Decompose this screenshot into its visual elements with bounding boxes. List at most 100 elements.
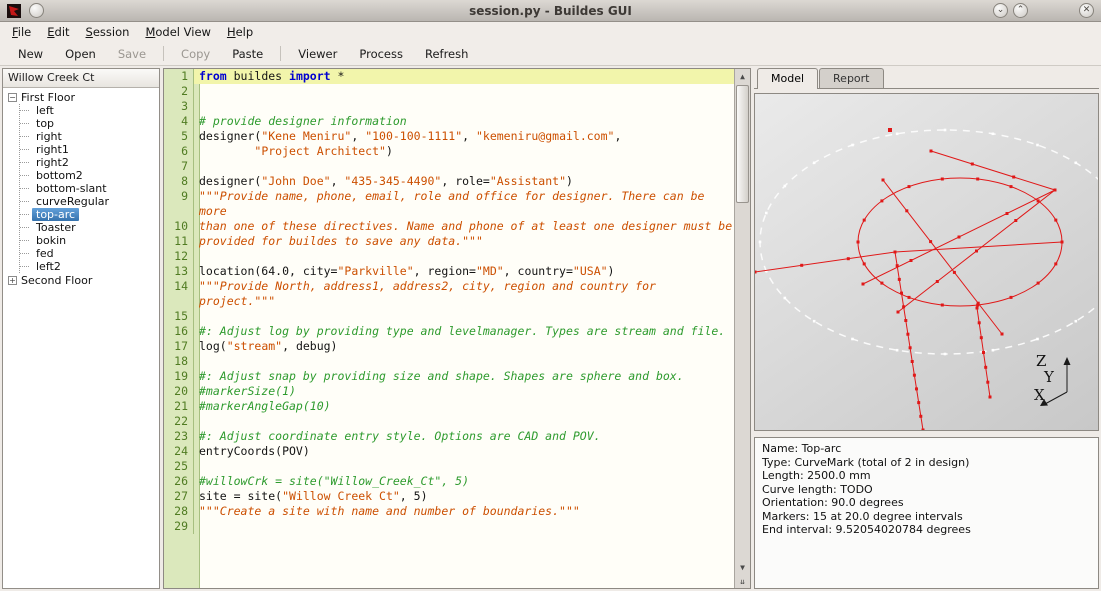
code-text[interactable] <box>194 249 734 264</box>
menu-help[interactable]: Help <box>219 23 261 41</box>
tree-item-left[interactable]: left <box>20 104 159 117</box>
scrollbar-jump-bottom-button[interactable]: ⇊ <box>735 574 750 588</box>
code-text[interactable] <box>194 99 734 114</box>
menu-file[interactable]: File <box>4 23 39 41</box>
right-panel: Model Report Z Y X Name: Top-arc Type: C… <box>754 68 1099 589</box>
scrollbar-up-button[interactable]: ▲ <box>735 69 750 83</box>
code-line: 20 #markerSize(1) <box>164 384 734 399</box>
toolbar-refresh-button[interactable]: Refresh <box>415 44 478 64</box>
code-line: 19 #: Adjust snap by providing size and s… <box>164 369 734 384</box>
code-line: 10 than one of these directives. Name and… <box>164 219 734 234</box>
pin-button[interactable] <box>29 3 44 18</box>
toolbar: New Open Save Copy Paste Viewer Process Refresh <box>0 42 1101 66</box>
line-number: 23 <box>164 429 194 444</box>
code-text[interactable] <box>194 309 734 324</box>
tree-section-label: First Floor <box>21 91 76 104</box>
tree-section-label: Second Floor <box>21 274 93 287</box>
code-text[interactable]: "Project Architect") <box>194 144 734 159</box>
tree-item-toaster[interactable]: Toaster <box>20 221 159 234</box>
code-text[interactable]: than one of these directives. Name and p… <box>194 219 734 234</box>
toolbar-paste-button[interactable]: Paste <box>222 44 273 64</box>
toolbar-new-button[interactable]: New <box>8 44 53 64</box>
editor-scrollbar[interactable]: ▲ ▼ ⇊ <box>734 69 750 588</box>
tree-item-fed[interactable]: fed <box>20 247 159 260</box>
titlebar[interactable]: session.py - Buildes GUI ⌄ ⌃ ✕ <box>0 0 1101 22</box>
code-text[interactable]: designer("Kene Meniru", "100-100-1111", … <box>194 129 734 144</box>
code-lines[interactable]: 1 from buildes import * 2 3 4 # provide desig… <box>164 69 734 588</box>
menu-session[interactable]: Session <box>78 23 138 41</box>
code-text[interactable] <box>194 84 734 99</box>
tree-section-second-floor[interactable]: + Second Floor <box>8 274 159 287</box>
code-text[interactable]: #markerSize(1) <box>194 384 734 399</box>
line-number: 18 <box>164 354 194 369</box>
tree-item-bottom-slant[interactable]: bottom-slant <box>20 182 159 195</box>
minimize-button[interactable]: ⌄ <box>993 3 1008 18</box>
maximize-button[interactable]: ⌃ <box>1013 3 1028 18</box>
tab-model[interactable]: Model <box>757 68 819 89</box>
line-number: 1 <box>164 69 194 84</box>
tree-item-right2[interactable]: right2 <box>20 156 159 169</box>
line-number: 5 <box>164 129 194 144</box>
code-text[interactable]: # provide designer information <box>194 114 734 129</box>
collapse-icon[interactable]: − <box>8 93 17 102</box>
code-editor[interactable]: 1 from buildes import * 2 3 4 # provide desig… <box>163 68 751 589</box>
code-text[interactable]: provided for buildes to save any data.""… <box>194 234 734 249</box>
line-number: 9 <box>164 189 194 219</box>
code-text[interactable]: designer("John Doe", "435-345-4490", rol… <box>194 174 734 189</box>
tree-item-label: bottom2 <box>36 169 83 182</box>
tree-item-right1[interactable]: right1 <box>20 143 159 156</box>
code-text[interactable]: """Provide name, phone, email, role and … <box>194 189 734 219</box>
code-text[interactable]: site = site("Willow Creek Ct", 5) <box>194 489 734 504</box>
tree-item-label: Toaster <box>36 221 76 234</box>
code-text[interactable]: #willowCrk = site("Willow_Creek_Ct", 5) <box>194 474 734 489</box>
close-button[interactable]: ✕ <box>1079 3 1094 18</box>
code-text[interactable] <box>194 159 734 174</box>
tree-section-first-floor[interactable]: − First Floor <box>8 91 159 104</box>
code-text[interactable] <box>194 459 734 474</box>
code-text[interactable]: #: Adjust coordinate entry style. Option… <box>194 429 734 444</box>
code-text[interactable]: """Provide North, address1, address2, ci… <box>194 279 734 309</box>
menu-edit[interactable]: Edit <box>39 23 77 41</box>
expand-icon[interactable]: + <box>8 276 17 285</box>
code-text[interactable]: from buildes import * <box>194 69 734 84</box>
window: session.py - Buildes GUI ⌄ ⌃ ✕ File Edit S… <box>0 0 1101 591</box>
scrollbar-down-button[interactable]: ▼ <box>735 560 750 574</box>
tree-item-bokin[interactable]: bokin <box>20 234 159 247</box>
toolbar-process-button[interactable]: Process <box>349 44 413 64</box>
code-text[interactable]: """Create a site with name and number of… <box>194 504 734 519</box>
tree-item-left2[interactable]: left2 <box>20 260 159 273</box>
code-line: 26 #willowCrk = site("Willow_Creek_Ct", 5… <box>164 474 734 489</box>
code-text[interactable] <box>194 414 734 429</box>
tree-item-right[interactable]: right <box>20 130 159 143</box>
info-line: Curve length: TODO <box>762 482 873 496</box>
code-text[interactable] <box>194 354 734 369</box>
menu-model-view[interactable]: Model View <box>137 23 219 41</box>
code-text[interactable]: #markerAngleGap(10) <box>194 399 734 414</box>
code-line: 9 """Provide name, phone, email, role and… <box>164 189 734 219</box>
code-text[interactable]: #: Adjust log by providing type and leve… <box>194 324 734 339</box>
code-text[interactable]: #: Adjust snap by providing size and sha… <box>194 369 734 384</box>
tree-item-bottom2[interactable]: bottom2 <box>20 169 159 182</box>
code-line: 7 <box>164 159 734 174</box>
tree-item-top-arc[interactable]: top-arc <box>20 208 159 221</box>
line-number: 19 <box>164 369 194 384</box>
line-number: 12 <box>164 249 194 264</box>
code-text[interactable] <box>194 519 734 534</box>
tree-header[interactable]: Willow Creek Ct <box>3 69 159 88</box>
toolbar-copy-button[interactable]: Copy <box>171 44 220 64</box>
tree-item-label: left2 <box>36 260 61 273</box>
model-viewport[interactable]: Z Y X <box>754 93 1099 431</box>
toolbar-open-button[interactable]: Open <box>55 44 106 64</box>
toolbar-viewer-button[interactable]: Viewer <box>288 44 347 64</box>
toolbar-save-button[interactable]: Save <box>108 44 156 64</box>
scrollbar-thumb[interactable] <box>736 85 749 203</box>
code-text[interactable]: entryCoords(POV) <box>194 444 734 459</box>
window-controls: ⌄ ⌃ ✕ <box>993 3 1094 18</box>
code-text[interactable]: location(64.0, city="Parkville", region=… <box>194 264 734 279</box>
tree-item-curveregular[interactable]: curveRegular <box>20 195 159 208</box>
code-text[interactable]: log("stream", debug) <box>194 339 734 354</box>
tree-item-label: top <box>36 117 55 130</box>
tree-item-label: right1 <box>36 143 69 156</box>
tab-report[interactable]: Report <box>819 68 884 88</box>
tree-item-top[interactable]: top <box>20 117 159 130</box>
